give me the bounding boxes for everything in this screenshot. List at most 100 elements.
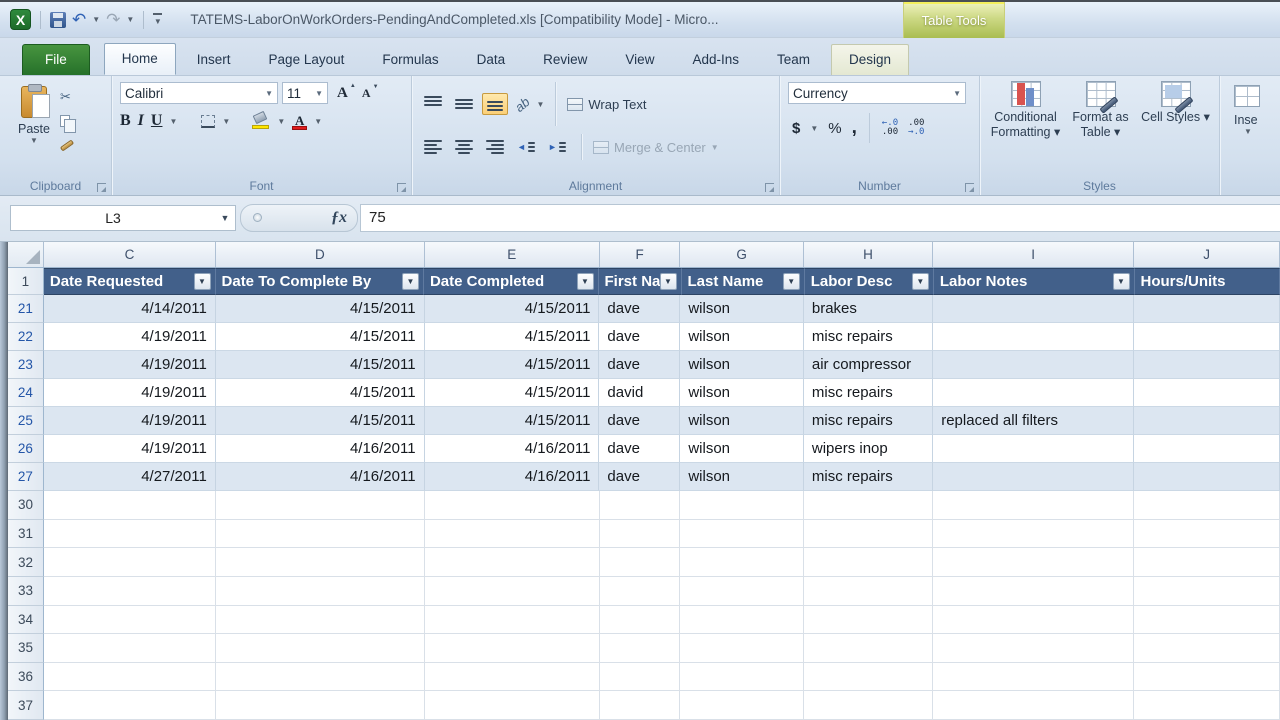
cell[interactable] (44, 606, 216, 635)
cell[interactable]: dave (599, 351, 680, 379)
cell[interactable] (933, 351, 1134, 379)
align-left-button[interactable] (420, 136, 446, 158)
cell[interactable] (425, 520, 600, 549)
cell[interactable] (1134, 463, 1280, 491)
column-header-C[interactable]: C (44, 242, 216, 267)
cell[interactable] (425, 634, 600, 663)
cell[interactable]: brakes (804, 295, 933, 323)
cell[interactable] (933, 295, 1134, 323)
cell[interactable] (216, 548, 425, 577)
cell[interactable]: 4/19/2011 (44, 323, 216, 351)
cell[interactable] (1134, 606, 1280, 635)
paste-button[interactable]: Paste ▼ (8, 82, 60, 177)
cell[interactable] (1134, 407, 1280, 435)
cell[interactable]: misc repairs (804, 379, 933, 407)
cell[interactable] (216, 577, 425, 606)
accounting-format-button[interactable]: $ (792, 120, 800, 137)
font-size-select[interactable]: 11▼ (282, 82, 328, 104)
cell[interactable]: 4/15/2011 (425, 351, 600, 379)
table-header-cell[interactable]: First Na▼ (599, 268, 682, 295)
cell[interactable]: 4/15/2011 (216, 351, 425, 379)
increase-decimal-button[interactable]: ←.0.00 (882, 119, 898, 137)
column-header-E[interactable]: E (425, 242, 600, 267)
tab-add-ins[interactable]: Add-Ins (675, 45, 756, 75)
cell[interactable] (680, 606, 803, 635)
cell[interactable] (216, 663, 425, 692)
cell[interactable] (1134, 577, 1280, 606)
cell[interactable] (425, 663, 600, 692)
decrease-decimal-button[interactable]: .00→.0 (908, 119, 924, 137)
filter-dropdown-icon[interactable]: ▼ (577, 273, 594, 290)
cell[interactable] (680, 663, 803, 692)
row-number-35[interactable]: 35 (8, 634, 44, 663)
column-header-G[interactable]: G (680, 242, 803, 267)
cell[interactable] (216, 520, 425, 549)
save-icon[interactable] (50, 12, 66, 28)
accounting-dropdown-icon[interactable]: ▼ (810, 124, 818, 133)
table-header-cell[interactable]: Date To Complete By▼ (216, 268, 424, 295)
tab-file[interactable]: File (22, 44, 90, 75)
cell[interactable]: misc repairs (804, 407, 933, 435)
cell[interactable] (44, 520, 216, 549)
align-center-button[interactable] (451, 136, 477, 158)
cell[interactable] (680, 491, 803, 520)
cell[interactable] (44, 491, 216, 520)
table-header-cell[interactable]: Hours/Units (1135, 268, 1280, 295)
cell[interactable] (1134, 295, 1280, 323)
cell[interactable] (1134, 323, 1280, 351)
cell[interactable] (804, 663, 933, 692)
cell[interactable]: 4/19/2011 (44, 379, 216, 407)
fill-color-dropdown-icon[interactable]: ▼ (277, 117, 285, 126)
align-top-button[interactable] (420, 93, 446, 115)
cell[interactable]: 4/19/2011 (44, 435, 216, 463)
insert-function-icon[interactable]: ƒx (331, 209, 347, 227)
cell[interactable] (804, 520, 933, 549)
row-number-32[interactable]: 32 (8, 548, 44, 577)
cell[interactable] (804, 548, 933, 577)
column-header-H[interactable]: H (804, 242, 933, 267)
font-color-dropdown-icon[interactable]: ▼ (314, 117, 322, 126)
cell[interactable]: dave (599, 295, 680, 323)
column-header-D[interactable]: D (216, 242, 425, 267)
cell[interactable]: 4/15/2011 (216, 379, 425, 407)
cell[interactable]: misc repairs (804, 323, 933, 351)
cell[interactable] (216, 491, 425, 520)
row-number-22[interactable]: 22 (8, 323, 44, 351)
wrap-text-button[interactable]: Wrap Text (567, 97, 646, 112)
cell[interactable] (216, 634, 425, 663)
conditional-formatting-button[interactable]: Conditional Formatting ▾ (989, 81, 1063, 177)
tab-insert[interactable]: Insert (180, 45, 248, 75)
comma-style-button[interactable]: , (852, 123, 857, 133)
row-number-1[interactable]: 1 (8, 268, 44, 295)
filter-dropdown-icon[interactable]: ▼ (783, 273, 800, 290)
align-bottom-button[interactable] (482, 93, 508, 115)
cell[interactable]: dave (599, 323, 680, 351)
cell[interactable]: wilson (680, 435, 804, 463)
borders-icon[interactable] (201, 115, 215, 128)
cell[interactable]: 4/15/2011 (425, 295, 600, 323)
cell[interactable]: david (599, 379, 680, 407)
tab-data[interactable]: Data (460, 45, 523, 75)
cell[interactable] (933, 634, 1134, 663)
filter-dropdown-icon[interactable]: ▼ (194, 273, 211, 290)
select-all-button[interactable] (8, 242, 44, 267)
cell[interactable]: 4/19/2011 (44, 351, 216, 379)
cell[interactable]: dave (599, 435, 680, 463)
cell[interactable]: 4/14/2011 (44, 295, 216, 323)
cell[interactable] (933, 463, 1134, 491)
cell[interactable]: dave (599, 463, 680, 491)
cell[interactable] (216, 691, 425, 720)
filter-dropdown-icon[interactable]: ▼ (402, 273, 419, 290)
cell[interactable]: wilson (680, 463, 804, 491)
cell[interactable] (44, 634, 216, 663)
cell[interactable] (425, 548, 600, 577)
row-number-37[interactable]: 37 (8, 691, 44, 720)
cell[interactable] (44, 577, 216, 606)
table-header-cell[interactable]: Labor Notes▼ (934, 268, 1135, 295)
cell[interactable] (425, 606, 600, 635)
cell[interactable]: 4/15/2011 (216, 295, 425, 323)
row-number-23[interactable]: 23 (8, 351, 44, 379)
bold-button[interactable]: B (120, 112, 131, 130)
cell[interactable] (1134, 491, 1280, 520)
number-dialog-launcher-icon[interactable] (965, 183, 974, 192)
